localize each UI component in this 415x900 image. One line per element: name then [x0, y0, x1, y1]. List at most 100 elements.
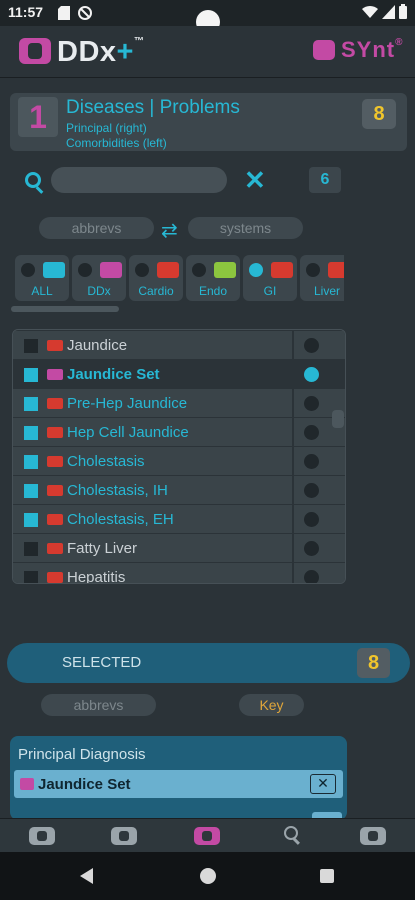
selected-section-bar[interactable]: SELECTED 8 [7, 643, 410, 683]
problem-icon [47, 514, 63, 525]
list-item[interactable]: Hep Cell Jaundice [13, 418, 345, 446]
list-item-label: Cholestasis [67, 453, 145, 470]
principal-diagnosis-panel: Principal Diagnosis Jaundice Set ✕ [10, 736, 347, 820]
system-navigation-bar [0, 852, 415, 900]
system-label: Liver [313, 284, 340, 298]
list-item[interactable]: Jaundice Set [13, 360, 345, 388]
systems-scrollbar[interactable] [11, 306, 119, 312]
systems-toggle[interactable]: systems [188, 217, 303, 239]
ddx-logo-icon[interactable] [19, 38, 51, 64]
selected-title: SELECTED [62, 654, 142, 671]
list-item-radio-cell [294, 505, 345, 533]
remove-principal-button[interactable]: ✕ [310, 774, 336, 794]
system-ddx[interactable]: DDx [72, 255, 126, 301]
list-item-label: Pre-Hep Jaundice [67, 395, 188, 412]
system-select-dot [192, 263, 206, 277]
list-item-radio-cell [294, 447, 345, 475]
principal-radio[interactable] [304, 483, 319, 498]
principal-radio[interactable] [304, 541, 319, 556]
list-item-label: Hep Cell Jaundice [67, 424, 189, 441]
comorbidity-checkbox[interactable] [24, 426, 38, 440]
list-item-radio-cell [294, 476, 345, 504]
selected-abbrevs-toggle[interactable]: abbrevs [41, 694, 156, 716]
bottom-navigation [0, 818, 415, 852]
selected-count-badge[interactable]: 8 [357, 648, 390, 678]
principal-diagnosis-label: Jaundice Set [38, 776, 131, 793]
list-item[interactable]: Cholestasis, IH [13, 476, 345, 504]
app-bar: DDx+™ SYnt® [0, 26, 415, 78]
list-item[interactable]: Cholestasis, EH [13, 505, 345, 533]
system-select-dot [249, 263, 263, 277]
list-item[interactable]: Jaundice [13, 331, 345, 359]
set-icon [47, 369, 63, 380]
system-endo[interactable]: Endo [186, 255, 240, 301]
comorbidity-checkbox[interactable] [24, 571, 38, 583]
system-select-dot [78, 263, 92, 277]
gi-icon [271, 262, 293, 278]
principal-radio[interactable] [304, 570, 319, 583]
system-all[interactable]: ALL [15, 255, 69, 301]
status-icons [362, 4, 407, 22]
diagnosis-header-card[interactable]: 1 Diseases | Problems Principal (right) … [10, 93, 407, 151]
list-item[interactable]: Hepatitis [13, 563, 345, 583]
system-liver[interactable]: Liver [300, 255, 344, 301]
synt-logo-icon[interactable] [313, 40, 335, 60]
principal-diagnosis-item[interactable]: Jaundice Set ✕ [14, 770, 343, 798]
result-count-badge[interactable]: 6 [309, 167, 341, 193]
search-icon[interactable] [25, 172, 41, 188]
logo-trademark: ™ [133, 36, 145, 47]
system-gi[interactable]: GI [243, 255, 297, 301]
system-select-dot [21, 263, 35, 277]
list-item-radio-cell [294, 534, 345, 562]
comorbidity-checkbox[interactable] [24, 513, 38, 527]
sync-icon[interactable]: ⇄ [161, 218, 178, 243]
synt-registered: ® [395, 37, 404, 48]
system-label: Endo [198, 284, 228, 298]
app-logo: DDx+™ [57, 36, 144, 69]
comorbidity-checkbox[interactable] [24, 339, 38, 353]
endocrine-icon [214, 262, 236, 278]
clear-search-button[interactable]: ✕ [244, 165, 266, 196]
list-item-label: Cholestasis, IH [67, 482, 168, 499]
principal-radio[interactable] [304, 454, 319, 469]
comorbidity-checkbox[interactable] [24, 455, 38, 469]
nav-notes-icon[interactable] [111, 827, 137, 845]
abbrevs-toggle[interactable]: abbrevs [39, 217, 154, 239]
diagnosis-subtitle-principal: Principal (right) [66, 121, 147, 135]
key-button[interactable]: Key [239, 694, 304, 716]
list-item-label: Jaundice Set [67, 366, 160, 383]
list-item[interactable]: Pre-Hep Jaundice [13, 389, 345, 417]
home-icon[interactable] [200, 868, 216, 884]
nav-ddx-icon[interactable] [29, 827, 55, 845]
signal-icon [382, 4, 395, 22]
principal-radio[interactable] [304, 425, 319, 440]
comorbidity-checkbox[interactable] [24, 542, 38, 556]
nav-search-icon[interactable] [284, 826, 298, 840]
search-input[interactable] [51, 167, 227, 193]
comorbidity-checkbox[interactable] [24, 484, 38, 498]
recents-icon[interactable] [320, 869, 334, 883]
principal-radio[interactable] [304, 512, 319, 527]
logo-name: DDx [57, 36, 117, 68]
comorbidity-checkbox[interactable] [24, 397, 38, 411]
nav-tools-icon[interactable] [360, 827, 386, 845]
set-icon [20, 778, 34, 790]
systems-filter-strip[interactable]: ALL DDx Cardio Endo GI Liver [10, 255, 344, 305]
nav-diagnosis-icon[interactable] [194, 827, 220, 845]
list-scrollbar[interactable] [332, 410, 344, 428]
list-item-label: Jaundice [67, 337, 128, 354]
principal-radio[interactable] [304, 367, 319, 382]
back-icon[interactable] [80, 868, 93, 884]
wifi-icon [362, 5, 378, 22]
system-label: GI [263, 284, 277, 298]
diagnosis-count-badge[interactable]: 8 [362, 99, 396, 129]
principal-radio[interactable] [304, 396, 319, 411]
list-item[interactable]: Fatty Liver [13, 534, 345, 562]
list-item[interactable]: Cholestasis [13, 447, 345, 475]
comorbidity-checkbox[interactable] [24, 368, 38, 382]
synt-logo[interactable]: SYnt® [341, 37, 404, 63]
sd-card-icon [58, 6, 70, 20]
list-item-radio-cell [294, 331, 345, 359]
system-cardio[interactable]: Cardio [129, 255, 183, 301]
principal-radio[interactable] [304, 338, 319, 353]
